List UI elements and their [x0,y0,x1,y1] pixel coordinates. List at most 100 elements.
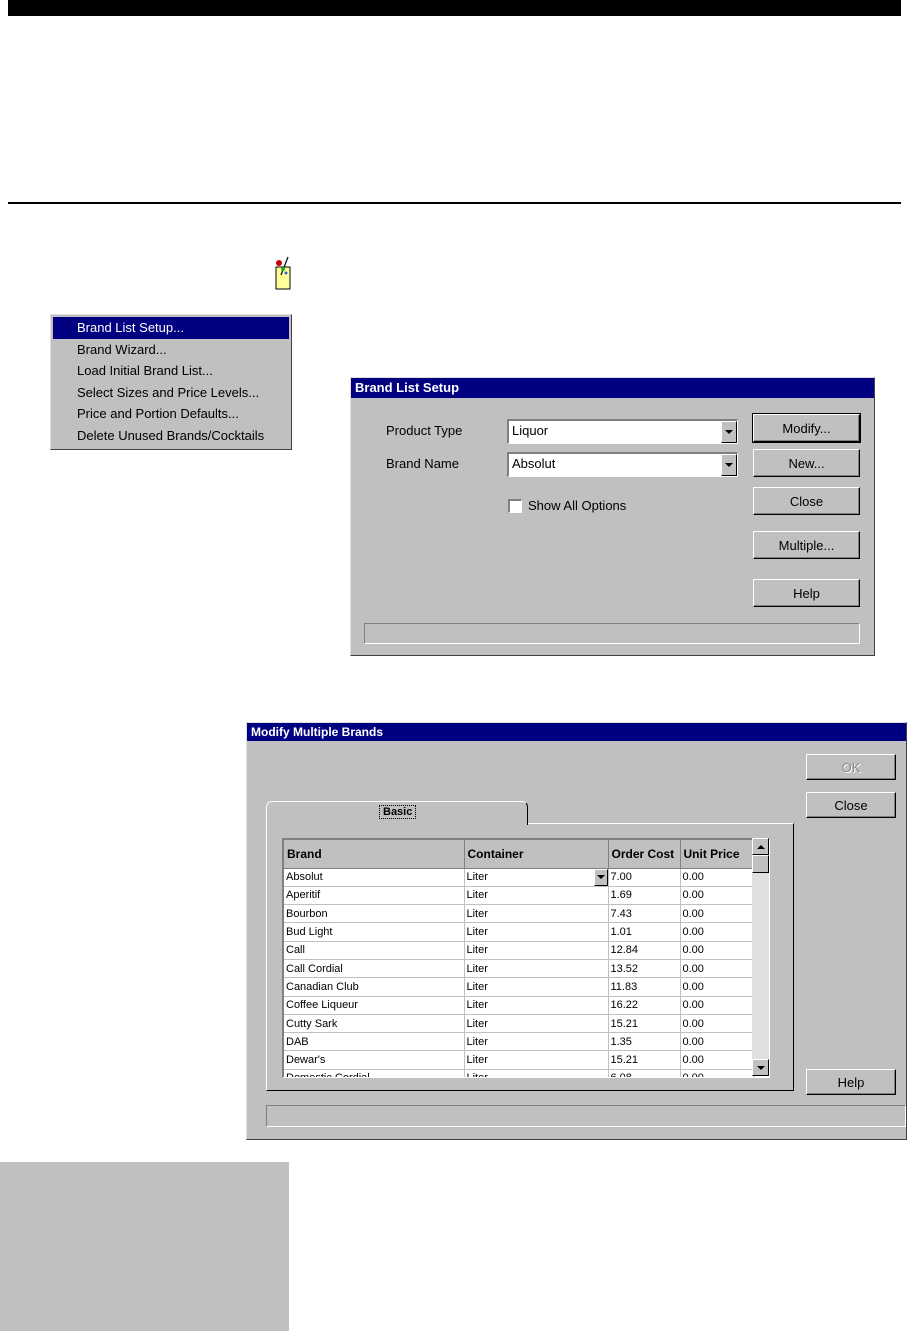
table-cell[interactable]: Liter [464,977,609,997]
brand-name-label: Brand Name [386,456,459,471]
menu-item[interactable]: Delete Unused Brands/Cocktails [51,425,291,447]
table-cell[interactable]: 7.00 [608,868,681,887]
cocktail-glass-icon [275,256,291,290]
brands-grid[interactable]: Brand Container Order Cost Unit Price Absol… [282,838,770,1078]
table-cell[interactable]: 0.00 [680,1032,755,1052]
table-cell[interactable]: Bourbon [284,904,465,924]
product-type-value: Liquor [512,423,549,438]
column-header[interactable]: Brand [284,840,465,869]
table-row[interactable]: Call Liter 12.84 0.00 [284,941,755,960]
modify-button[interactable]: Modify... [752,413,861,443]
table-cell[interactable]: Liter [464,1069,609,1077]
sidebar-block [0,1162,289,1331]
dialog-title: Modify Multiple Brands [247,723,906,741]
multiple-button[interactable]: Multiple... [753,531,860,559]
table-cell[interactable]: Liter [464,959,609,979]
chevron-down-icon[interactable] [721,421,737,443]
brand-name-select[interactable]: Absolut [507,452,738,477]
table-cell-value: Liter [466,871,488,884]
show-all-label: Show All Options [528,498,627,513]
show-all-checkbox[interactable] [508,499,522,513]
table-cell[interactable]: Domestic Cordial [284,1069,465,1077]
table-cell[interactable]: Liter [464,941,609,960]
table-cell[interactable]: 1.01 [608,922,681,942]
chevron-down-icon[interactable] [593,868,608,886]
table-cell[interactable]: 0.00 [680,1050,755,1070]
table-cell[interactable]: 0.00 [680,1069,755,1077]
table-cell[interactable]: Aperitif [284,886,465,906]
table-cell[interactable]: 1.35 [608,1032,681,1052]
table-cell[interactable]: 12.84 [608,941,681,960]
table-cell[interactable]: 16.22 [608,996,681,1015]
table-cell[interactable]: 7.43 [608,904,681,924]
vertical-scrollbar[interactable] [752,838,769,1076]
table-cell[interactable]: 11.83 [608,977,681,997]
help-button[interactable]: Help [753,579,860,607]
table-row[interactable]: Coffee Liqueur Liter 16.22 0.00 [284,996,755,1015]
menu-item[interactable]: Load Initial Brand List... [51,360,291,382]
menu-item[interactable]: Select Sizes and Price Levels... [51,382,291,404]
table-cell[interactable]: 0.00 [680,886,755,906]
menu-item[interactable]: Brand List Setup... [53,317,289,339]
column-header[interactable]: Container [464,840,609,869]
scroll-thumb[interactable] [752,855,769,873]
tab-basic[interactable]: Basic [266,801,528,825]
help-button[interactable]: Help [806,1069,896,1095]
product-type-label: Product Type [386,423,463,438]
table-cell[interactable]: 0.00 [680,977,755,997]
close-button[interactable]: Close [753,487,860,515]
table-cell[interactable]: 0.00 [680,941,755,960]
table-row[interactable]: Bourbon Liter 7.43 0.00 [284,904,755,924]
table-cell[interactable]: Call Cordial [284,959,465,979]
scroll-down-icon[interactable] [752,1059,769,1076]
status-bar [364,623,860,644]
column-header[interactable]: Order Cost [608,840,681,869]
table-cell[interactable]: Liter [464,1032,609,1052]
table-row[interactable]: Cutty Sark Liter 15.21 0.00 [284,1014,755,1034]
table-cell[interactable]: Bud Light [284,922,465,942]
close-button[interactable]: Close [806,792,896,818]
table-row[interactable]: Dewar's Liter 15.21 0.00 [284,1050,755,1070]
table-cell[interactable]: Liter [464,996,609,1015]
table-cell[interactable]: 0.00 [680,922,755,942]
scroll-up-icon[interactable] [752,838,769,855]
table-row[interactable]: Call Cordial Liter 13.52 0.00 [284,959,755,979]
table-cell[interactable]: 0.00 [680,904,755,924]
table-cell[interactable]: Liter [464,904,609,924]
table-row[interactable]: DAB Liter 1.35 0.00 [284,1032,755,1052]
table-cell[interactable]: 6.08 [608,1069,681,1077]
table-cell[interactable]: 1.69 [608,886,681,906]
table-cell[interactable]: Cutty Sark [284,1014,465,1034]
column-header[interactable]: Unit Price [680,840,755,869]
table-cell[interactable]: Liter [464,886,609,906]
table-cell[interactable]: 0.00 [680,868,755,887]
table-cell[interactable]: 0.00 [680,996,755,1015]
new-button[interactable]: New... [753,449,860,477]
table-cell[interactable]: 0.00 [680,959,755,979]
table-row[interactable]: Bud Light Liter 1.01 0.00 [284,922,755,942]
table-cell[interactable]: Dewar's [284,1050,465,1070]
table-cell[interactable]: Liter [464,1050,609,1070]
table-cell[interactable]: 0.00 [680,1014,755,1034]
table-row[interactable]: Domestic CordialLiter6.080.00 [284,1069,755,1077]
table-cell[interactable]: Coffee Liqueur [284,996,465,1015]
table-cell[interactable]: Canadian Club [284,977,465,997]
menu-item[interactable]: Brand Wizard... [51,339,291,361]
table-cell[interactable]: Liter [464,922,609,942]
chevron-down-icon[interactable] [721,454,737,476]
table-cell[interactable]: 13.52 [608,959,681,979]
table-row[interactable]: Absolut Liter 7.00 0.00 [284,868,755,887]
table-cell[interactable]: 15.21 [608,1014,681,1034]
table-cell[interactable]: 15.21 [608,1050,681,1070]
table-cell[interactable]: Call [284,941,465,960]
table-row[interactable]: Canadian Club Liter 11.83 0.00 [284,977,755,997]
product-type-select[interactable]: Liquor [507,419,738,444]
table-cell[interactable]: Absolut [284,868,465,887]
ok-button[interactable]: OK [806,754,896,780]
table-cell[interactable]: Liter [464,868,609,887]
tab-basic-label: Basic [379,805,417,819]
menu-item[interactable]: Price and Portion Defaults... [51,403,291,425]
table-cell[interactable]: DAB [284,1032,465,1052]
table-row[interactable]: Aperitif Liter 1.69 0.00 [284,886,755,906]
table-cell[interactable]: Liter [464,1014,609,1034]
